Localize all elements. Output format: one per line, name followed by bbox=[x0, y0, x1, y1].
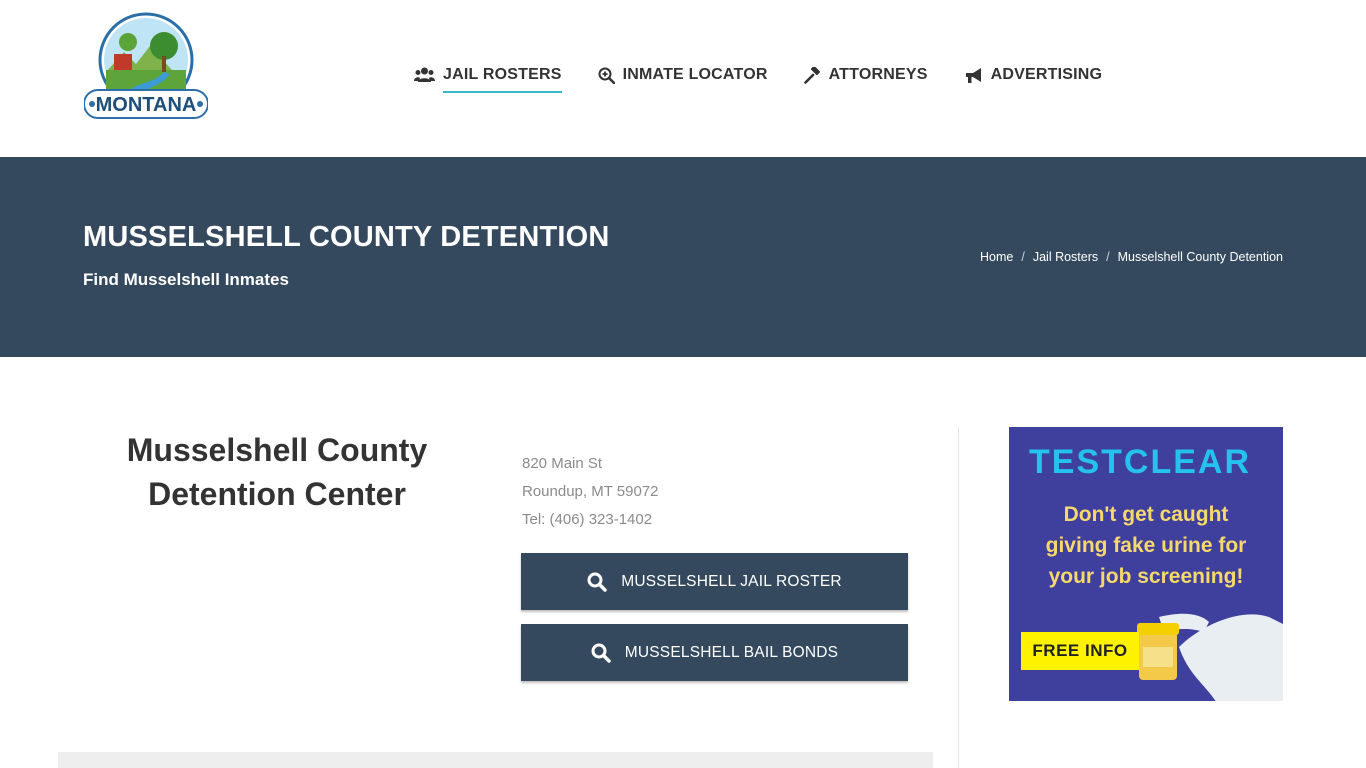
search-icon bbox=[587, 572, 607, 592]
button-label: MUSSELSHELL BAIL BONDS bbox=[624, 643, 839, 661]
search-plus-icon bbox=[598, 67, 615, 84]
bail-bonds-button[interactable]: MUSSELSHELL BAIL BONDS bbox=[521, 624, 908, 681]
page-banner: MUSSELSHELL COUNTY DETENTION Find Mussel… bbox=[0, 157, 1366, 357]
site-header: MONTANA JAIL ROSTERS INMATE LOCATOR ATTO… bbox=[0, 0, 1366, 157]
nav-attorneys[interactable]: ATTORNEYS bbox=[803, 66, 928, 92]
nav-inmate-locator[interactable]: INMATE LOCATOR bbox=[598, 66, 768, 92]
ad-headline-line2: giving fake urine for bbox=[1045, 534, 1247, 557]
jail-roster-button[interactable]: MUSSELSHELL JAIL ROSTER bbox=[521, 553, 908, 610]
logo-text: MONTANA bbox=[96, 94, 197, 116]
ad-headline: Don't get caught giving fake urine for y… bbox=[1009, 499, 1283, 592]
gavel-icon bbox=[803, 66, 820, 84]
nav-label: ADVERTISING bbox=[990, 66, 1103, 83]
content-panel bbox=[58, 752, 933, 768]
nav-label: INMATE LOCATOR bbox=[622, 66, 768, 83]
facility-name-line2: Detention Center bbox=[148, 476, 406, 512]
users-icon bbox=[414, 67, 435, 82]
nav-label: ATTORNEYS bbox=[828, 66, 928, 83]
main-nav: JAIL ROSTERS INMATE LOCATOR ATTORNEYS AD… bbox=[414, 66, 1138, 92]
button-label: MUSSELSHELL JAIL ROSTER bbox=[621, 572, 842, 590]
breadcrumb-jail-rosters[interactable]: Jail Rosters bbox=[1033, 250, 1098, 264]
testclear-ad[interactable]: TESTCLEAR Don't get caught giving fake u… bbox=[1009, 427, 1283, 701]
address-street: 820 Main St bbox=[522, 455, 603, 472]
ad-headline-line1: Don't get caught bbox=[1063, 503, 1229, 526]
page-subtitle: Find Musselshell Inmates bbox=[83, 270, 289, 289]
sidebar-divider bbox=[958, 427, 959, 768]
nav-advertising[interactable]: ADVERTISING bbox=[964, 66, 1103, 92]
breadcrumb: Home / Jail Rosters / Musselshell County… bbox=[980, 250, 1283, 264]
gloved-hand-icon bbox=[1137, 613, 1283, 701]
address-phone: Tel: (406) 323-1402 bbox=[522, 511, 653, 528]
address-city: Roundup, MT 59072 bbox=[522, 483, 659, 500]
ad-brand: TESTCLEAR bbox=[1029, 443, 1251, 481]
facility-address: 820 Main St Roundup, MT 59072 Tel: (406)… bbox=[522, 450, 659, 534]
ad-cta-button[interactable]: FREE INFO bbox=[1021, 632, 1139, 670]
ad-headline-line3: your job screening! bbox=[1048, 565, 1244, 588]
breadcrumb-home[interactable]: Home bbox=[980, 250, 1013, 264]
nav-label: JAIL ROSTERS bbox=[443, 66, 562, 83]
facility-name-line1: Musselshell County bbox=[126, 432, 428, 468]
breadcrumb-separator: / bbox=[1106, 250, 1110, 264]
page-title: MUSSELSHELL COUNTY DETENTION bbox=[83, 221, 610, 253]
search-icon bbox=[591, 643, 611, 663]
nav-jail-rosters[interactable]: JAIL ROSTERS bbox=[414, 66, 562, 92]
breadcrumb-current: Musselshell County Detention bbox=[1117, 250, 1283, 264]
breadcrumb-separator: / bbox=[1021, 250, 1025, 264]
megaphone-icon bbox=[965, 67, 981, 83]
facility-name: Musselshell County Detention Center bbox=[84, 428, 470, 516]
montana-logo[interactable]: MONTANA bbox=[83, 12, 209, 120]
